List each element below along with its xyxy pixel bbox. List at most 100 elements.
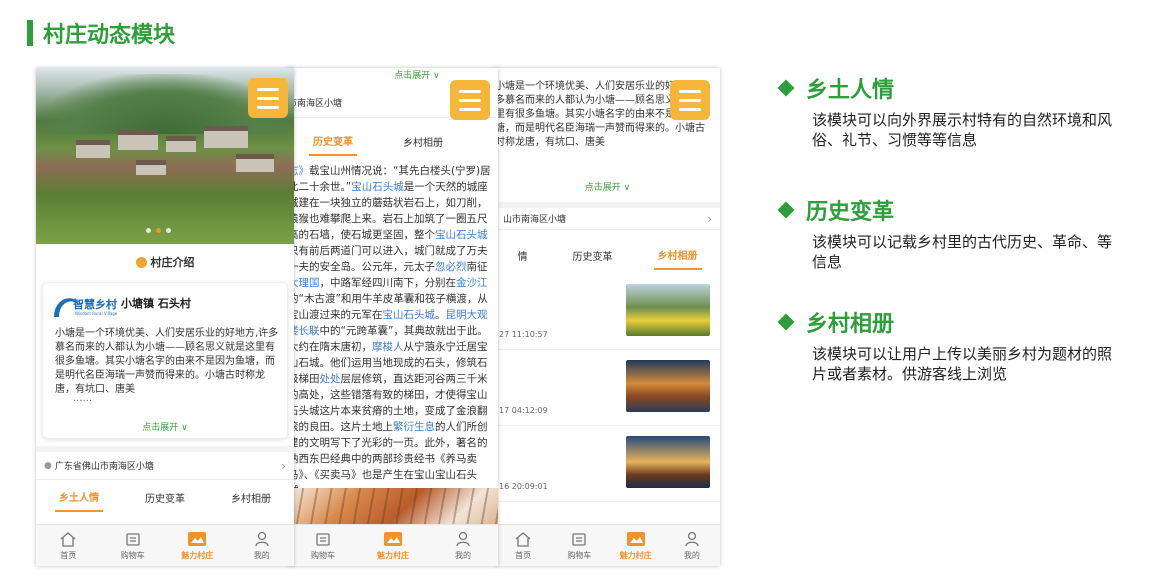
- tab-mine[interactable]: 我的: [438, 530, 488, 561]
- home-icon: [514, 530, 532, 548]
- feature-customs: 乡土人情 该模块可以向外界展示村特有的自然环境和风俗、礼节、习惯等等信息: [776, 72, 1122, 150]
- home-icon: [59, 530, 77, 548]
- history-link[interactable]: 处处: [320, 373, 341, 385]
- history-text: 南征: [466, 261, 488, 273]
- title-accent-bar: [27, 20, 33, 46]
- address-text: 市南海区小塘: [288, 99, 343, 109]
- history-article: 志》载宝山州情况说：“其先白楼头(宁罗)居此二十余世。”宝山石头城是一个天然的城…: [288, 163, 496, 488]
- tab-history[interactable]: 历史变革: [309, 127, 357, 156]
- village-name: 小塘镇 石头村: [121, 297, 191, 310]
- address-row[interactable]: ● 广东省佛山市南海区小塘 ›: [36, 446, 294, 480]
- phone-screenshot-album: 小塘是一个环境优美、人们安居乐业的好地方,许多慕名而来的人都认为小塘——顾名思义…: [495, 68, 720, 566]
- tab-village[interactable]: 魅力村庄: [611, 530, 661, 561]
- history-link[interactable]: 繁衍生息: [393, 421, 435, 433]
- ellipsis: ......: [73, 393, 93, 404]
- chevron-down-icon: ∨: [623, 183, 631, 193]
- album-item[interactable]: 27 11:10:57: [495, 278, 720, 350]
- slide-title: 村庄动态模块: [27, 18, 175, 48]
- feature-title: 乡土人情: [806, 78, 895, 103]
- village-icon: [626, 530, 646, 548]
- feature-album: 乡村相册 该模块可以让用户上传以美丽乡村为题材的照片或者素材。供游客线上浏览: [776, 306, 1122, 384]
- tab-customs[interactable]: 情: [514, 242, 532, 269]
- segment-tabs: 历史变革 乡村相册: [288, 126, 468, 156]
- feature-title: 乡村相册: [806, 312, 895, 337]
- chevron-right-icon: ›: [281, 458, 286, 473]
- feature-description: 该模块可以记载乡村里的古代历史、革命、等信息: [812, 233, 1113, 271]
- user-icon: [254, 530, 270, 548]
- album-item[interactable]: 16 20:09:01: [495, 430, 720, 502]
- album-item-time: 27 11:10:57: [499, 330, 548, 339]
- address-text: 广东省佛山市南海区小塘: [54, 462, 154, 472]
- history-text: 。: [435, 309, 446, 321]
- history-link[interactable]: 金沙江: [456, 277, 488, 289]
- tab-cart[interactable]: 购物车: [108, 530, 158, 561]
- history-link[interactable]: 忽必烈: [435, 261, 467, 273]
- segment-tabs: 情 历史变革 乡村相册: [495, 240, 720, 270]
- cart-icon: [570, 530, 588, 548]
- chevron-right-icon: ›: [707, 211, 712, 226]
- diamond-bullet-icon: [777, 313, 795, 331]
- album-item-time: 17 04:12:09: [499, 406, 548, 415]
- autumn-photo: [288, 488, 498, 526]
- village-icon: [383, 530, 403, 548]
- diamond-bullet-icon: [777, 201, 795, 219]
- tab-history[interactable]: 历史变革: [569, 242, 617, 269]
- diamond-bullet-icon: [777, 79, 795, 97]
- cart-icon: [124, 530, 142, 548]
- village-intro-card: 智慧乡村 Wisdom Rural Village 小塘镇 石头村 小塘是一个环…: [42, 282, 288, 439]
- cart-icon: [314, 530, 332, 548]
- bottom-tabbar: 购物车 魅力村庄 我的: [288, 524, 498, 566]
- carousel-dot[interactable]: [146, 228, 151, 233]
- tab-mine[interactable]: 我的: [667, 530, 717, 561]
- tab-album[interactable]: 乡村相册: [399, 128, 447, 155]
- phone-screenshot-intro: 村庄介绍 智慧乡村 Wisdom Rural Village 小塘镇 石头村 小…: [36, 68, 294, 566]
- segment-tabs: 乡土人情 历史变革 乡村相册: [36, 482, 294, 512]
- feature-description: 该模块可以让用户上传以美丽乡村为题材的照片或者素材。供游客线上浏览: [812, 345, 1113, 383]
- tab-home[interactable]: 首页: [498, 530, 548, 561]
- history-text: ，中路军经四川南下，分别在: [319, 277, 457, 289]
- menu-icon[interactable]: [450, 80, 490, 120]
- address-text: 山市南海区小塘: [503, 215, 567, 225]
- history-link[interactable]: 宝山石头城: [435, 229, 488, 241]
- history-link[interactable]: 宝山石头城: [383, 309, 436, 321]
- section-heading: 村庄介绍: [36, 254, 294, 270]
- user-icon: [455, 530, 471, 548]
- chevron-down-icon: ∨: [181, 423, 188, 433]
- carousel-dot[interactable]: [166, 228, 171, 233]
- village-description: 小塘是一个环境优美、人们安居乐业的好地方,许多慕名而来的人都认为小塘——顾名思义…: [55, 328, 279, 393]
- tab-history[interactable]: 历史变革: [141, 484, 189, 511]
- feature-description: 该模块可以向外界展示村特有的自然环境和风俗、礼节、习惯等等信息: [812, 111, 1113, 149]
- user-icon: [684, 530, 700, 548]
- album-item[interactable]: 17 04:12:09: [495, 354, 720, 426]
- tab-village[interactable]: 魅力村庄: [368, 530, 418, 561]
- phone-screenshot-history: 点击展开 ∨ 市南海区小塘 历史变革 乡村相册 志》载宝山州情况说：“其先白楼头…: [288, 68, 498, 566]
- album-thumbnail[interactable]: [626, 360, 710, 412]
- tab-customs[interactable]: 乡土人情: [55, 483, 103, 512]
- album-thumbnail[interactable]: [626, 436, 710, 488]
- album-item-time: 16 20:09:01: [499, 482, 548, 491]
- history-link[interactable]: 宝山石头城: [351, 181, 404, 193]
- menu-icon[interactable]: [670, 80, 710, 120]
- menu-icon[interactable]: [248, 78, 288, 118]
- coin-icon: [135, 256, 147, 268]
- tab-home[interactable]: 首页: [43, 530, 93, 561]
- expand-link[interactable]: 点击展开 ∨: [43, 420, 287, 433]
- history-text: 载宝山州情况说：“其先白楼头(宁: [309, 165, 466, 177]
- tab-album[interactable]: 乡村相册: [653, 241, 702, 270]
- expand-link[interactable]: 点击展开 ∨: [495, 180, 720, 193]
- tab-cart[interactable]: 购物车: [554, 530, 604, 561]
- tab-mine[interactable]: 我的: [237, 530, 287, 561]
- tab-album[interactable]: 乡村相册: [227, 484, 275, 511]
- village-icon: [187, 530, 207, 548]
- feature-title: 历史变革: [806, 200, 895, 225]
- bottom-tabbar: 首页 购物车 魅力村庄 我的: [36, 524, 294, 566]
- smart-village-logo: 智慧乡村 Wisdom Rural Village: [51, 291, 117, 323]
- address-row[interactable]: 山市南海区小塘 ›: [495, 202, 720, 230]
- album-thumbnail[interactable]: [626, 284, 710, 336]
- tab-cart[interactable]: 购物车: [298, 530, 348, 561]
- page-title: 村庄动态模块: [43, 23, 176, 48]
- carousel-dot[interactable]: [156, 228, 161, 233]
- tab-village[interactable]: 魅力村庄: [172, 530, 222, 561]
- history-link[interactable]: 摩梭人: [372, 341, 404, 353]
- location-pin-icon: ●: [44, 460, 52, 471]
